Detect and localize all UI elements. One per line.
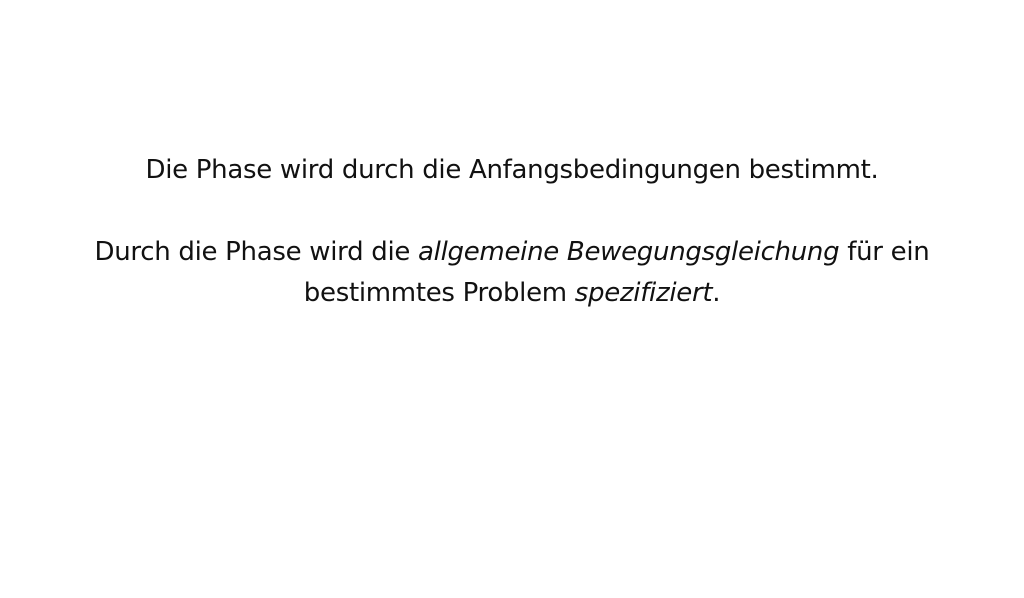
paragraph-2-text-3: . xyxy=(712,278,721,308)
emphasis-general-equation: allgemeine Bewegungsgleichung xyxy=(418,237,840,267)
text-block: Die Phase wird durch die Anfangsbedingun… xyxy=(0,150,1024,314)
paragraph-phase-initial-conditions: Die Phase wird durch die Anfangsbedingun… xyxy=(145,155,879,185)
paragraph-phase-equation-of-motion: Durch die Phase wird die allgemeine Bewe… xyxy=(62,232,962,314)
paragraph-2-text-1: Durch die Phase wird die xyxy=(94,237,419,267)
emphasis-specified: spezifiziert xyxy=(574,278,713,308)
slide: Die Phase wird durch die Anfangsbedingun… xyxy=(0,0,1024,598)
